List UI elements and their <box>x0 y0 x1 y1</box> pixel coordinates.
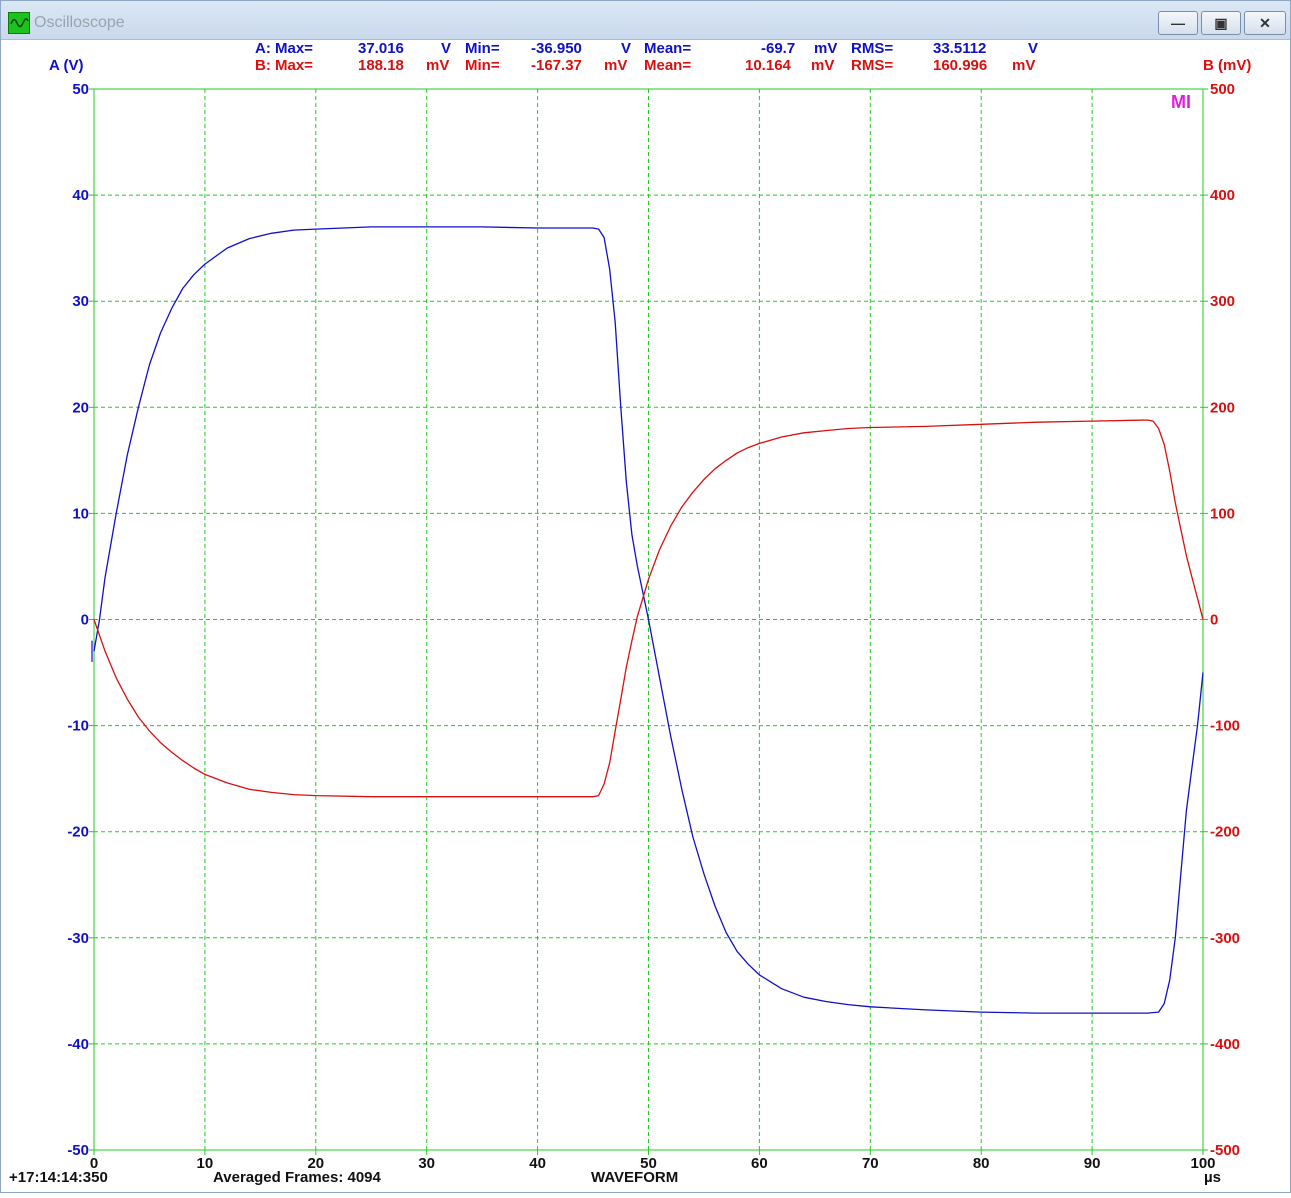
b-mean-unit: mV <box>811 57 834 74</box>
a-mean-unit: mV <box>814 40 837 57</box>
oscilloscope-app-icon <box>8 12 30 34</box>
title-bar[interactable]: Oscilloscope — ▣ ✕ <box>1 1 1290 40</box>
y-tick-label-right: -300 <box>1210 930 1240 947</box>
y-tick-label-left: -10 <box>67 718 89 735</box>
x-tick-label: 30 <box>418 1155 435 1172</box>
b-rms-unit: mV <box>1012 57 1035 74</box>
y-tick-label-right: 200 <box>1210 399 1235 416</box>
b-rms-label: RMS= <box>851 57 893 74</box>
maximize-button[interactable]: ▣ <box>1201 11 1241 35</box>
waveform-chart: A: Max= 37.016 V Min= -36.950 V Mean= -6… <box>9 40 1251 1186</box>
a-rms-unit: V <box>1028 40 1038 57</box>
b-mean-value: 10.164 <box>745 57 792 74</box>
b-max-value: 188.18 <box>358 57 404 74</box>
window-title: Oscilloscope <box>34 14 125 31</box>
oscilloscope-window: Oscilloscope — ▣ ✕ A: Max= 37.016 V Min=… <box>0 0 1291 1193</box>
y-tick-label-right: 0 <box>1210 612 1218 629</box>
y-tick-label-right: 400 <box>1210 187 1235 204</box>
y-tick-label-left: -30 <box>67 930 89 947</box>
b-max-unit: mV <box>426 57 449 74</box>
b-mean-label: Mean= <box>644 57 691 74</box>
y-tick-label-right: -400 <box>1210 1036 1240 1053</box>
tick-labels: 0 10 20 30 40 50 60 70 80 90 100µs50403020100-10-2… <box>67 81 1240 1186</box>
a-min-unit: V <box>621 40 631 57</box>
b-min-label: Min= <box>465 57 500 74</box>
b-min-value: -167.37 <box>531 57 582 74</box>
channel-a-stats: A: Max= 37.016 V Min= -36.950 V Mean= -6… <box>255 40 1038 57</box>
y-tick-label-left: 0 <box>81 612 89 629</box>
a-rms-label: RMS= <box>851 40 893 57</box>
y-tick-label-right: -200 <box>1210 824 1240 841</box>
x-tick-label: 80 <box>973 1155 990 1172</box>
b-rms-value: 160.996 <box>933 57 987 74</box>
y-tick-label-left: 10 <box>72 505 89 522</box>
x-tick-label: 70 <box>862 1155 879 1172</box>
mode-label[interactable]: WAVEFORM <box>591 1169 678 1186</box>
a-min-value: -36.950 <box>531 40 582 57</box>
x-axis-unit: µs <box>1204 1169 1221 1186</box>
a-max-value: 37.016 <box>358 40 404 57</box>
a-mean-label: Mean= <box>644 40 691 57</box>
minimize-button[interactable]: — <box>1158 11 1198 35</box>
a-max-label: A: Max= <box>255 40 313 57</box>
averaged-frames: Averaged Frames: 4094 <box>213 1169 382 1186</box>
y-tick-label-left: 30 <box>72 293 89 310</box>
a-min-label: Min= <box>465 40 500 57</box>
axis-label-right: B (mV) <box>1203 57 1251 74</box>
x-tick-label: 40 <box>529 1155 546 1172</box>
y-tick-label-left: -50 <box>67 1142 89 1159</box>
a-max-unit: V <box>441 40 451 57</box>
x-tick-label: 10 <box>197 1155 214 1172</box>
y-tick-label-left: -40 <box>67 1036 89 1053</box>
timestamp: +17:14:14:350 <box>9 1169 108 1186</box>
a-rms-value: 33.5112 <box>933 40 986 57</box>
marker-label[interactable]: MI <box>1171 92 1191 112</box>
y-tick-label-left: -20 <box>67 824 89 841</box>
a-mean-value: -69.7 <box>761 40 795 57</box>
close-button[interactable]: ✕ <box>1244 11 1286 35</box>
axis-label-left: A (V) <box>49 57 83 74</box>
b-min-unit: mV <box>604 57 627 74</box>
y-tick-label-right: -100 <box>1210 718 1240 735</box>
y-tick-label-right: 500 <box>1210 81 1235 98</box>
y-tick-label-right: 100 <box>1210 505 1235 522</box>
b-max-label: B: Max= <box>255 57 313 74</box>
y-tick-label-left: 50 <box>72 81 89 98</box>
oscilloscope-plot-area: A: Max= 37.016 V Min= -36.950 V Mean= -6… <box>1 39 1290 1193</box>
channel-b-stats: B: Max= 188.18 mV Min= -167.37 mV Mean= … <box>255 57 1035 74</box>
y-tick-label-left: 20 <box>72 399 89 416</box>
y-tick-label-right: 300 <box>1210 293 1235 310</box>
x-tick-label: 60 <box>751 1155 768 1172</box>
x-tick-label: 90 <box>1084 1155 1101 1172</box>
y-tick-label-left: 40 <box>72 187 89 204</box>
y-tick-label-right: -500 <box>1210 1142 1240 1159</box>
